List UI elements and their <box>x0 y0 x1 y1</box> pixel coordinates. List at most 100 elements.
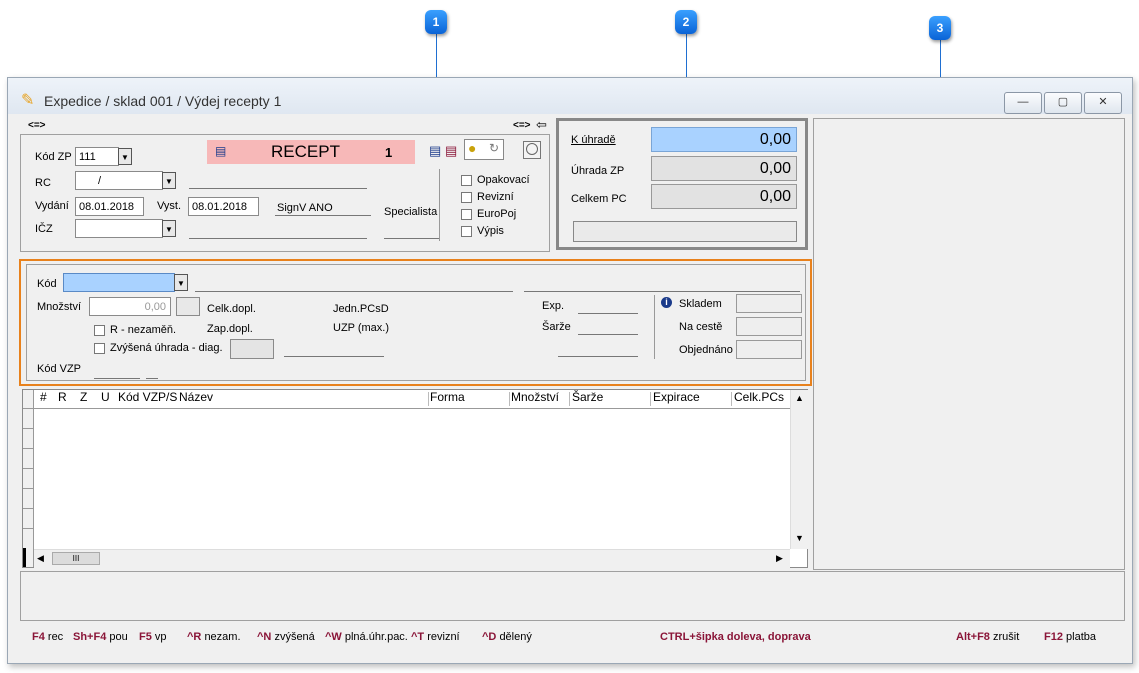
mnozstvi-input[interactable]: 0,00 <box>89 297 171 316</box>
col-nazev[interactable]: Název <box>179 390 213 404</box>
shortcut-ctrl-d[interactable]: ^D dělený <box>482 631 532 643</box>
recept-number: 1 <box>385 145 393 160</box>
callout-3: 3 <box>929 16 951 40</box>
kod-vzp-short-line <box>146 378 158 379</box>
app-logo-icon: ✎ <box>21 92 35 109</box>
shortcut-ctrl-arrows[interactable]: CTRL+šipka doleva, doprava <box>660 631 811 643</box>
rc-label: RC <box>35 177 51 189</box>
rc-dropdown-icon[interactable]: ▼ <box>162 172 176 189</box>
shortcut-ctrl-t[interactable]: ^T revizní <box>411 631 460 643</box>
col-u[interactable]: U <box>101 390 110 404</box>
patient-lookup-button[interactable]: ● ↻ <box>464 139 504 160</box>
exp-label: Exp. <box>542 300 565 312</box>
message-panel <box>20 571 1125 621</box>
circle-toggle-button[interactable] <box>523 141 541 159</box>
opakovaci-checkbox[interactable] <box>461 175 472 186</box>
side-info-panel <box>813 118 1125 570</box>
uhrada-zp-value: 0,00 <box>651 156 797 181</box>
kod-dropdown-icon[interactable]: ▼ <box>174 274 188 291</box>
col-kod-vzp[interactable]: Kód VZP/S <box>118 390 177 404</box>
shortcut-ctrl-n[interactable]: ^N zvýšená <box>257 631 315 643</box>
refresh-icon: ↻ <box>489 141 500 155</box>
r-nezamen-checkbox[interactable] <box>94 325 105 336</box>
nav-left-arrows[interactable]: <=> <box>28 120 46 131</box>
vydani-label: Vydání <box>35 200 69 212</box>
sarze-extra-line <box>558 356 638 357</box>
zvysena-label: Zvýšená úhrada - diag. <box>110 342 223 354</box>
europoj-checkbox[interactable] <box>461 209 472 220</box>
title-bar: ✎ Expedice / sklad 001 / Výdej recepty 1… <box>8 78 1132 114</box>
shortcut-ctrl-r[interactable]: ^R nezam. <box>187 631 241 643</box>
shortcut-alt-f8[interactable]: Alt+F8 zrušit <box>956 631 1019 643</box>
maximize-button[interactable]: ▢ <box>1044 92 1082 114</box>
diag-input[interactable] <box>230 339 274 359</box>
mnozstvi-label: Množství <box>37 301 82 313</box>
kod-label: Kód <box>37 278 57 290</box>
col-hash[interactable]: # <box>40 390 47 404</box>
vertical-scrollbar[interactable]: ▲ ▼ <box>790 390 808 549</box>
scroll-up-icon[interactable]: ▲ <box>795 393 804 403</box>
celk-dopl-label: Celk.dopl. <box>207 303 256 315</box>
scroll-right-icon[interactable]: ▶ <box>776 553 783 564</box>
back-arrow-icon[interactable]: ⇦ <box>536 117 547 133</box>
col-sarze[interactable]: Šarže <box>572 390 603 404</box>
kod-zp-input[interactable]: 111 <box>75 147 119 166</box>
kod-zp-dropdown-icon[interactable]: ▼ <box>118 148 132 165</box>
icz-dropdown-icon[interactable]: ▼ <box>162 220 176 237</box>
callout-2: 2 <box>675 10 697 34</box>
icz-label: IČZ <box>35 223 53 235</box>
col-r[interactable]: R <box>58 390 67 404</box>
zvysena-checkbox[interactable] <box>94 343 105 354</box>
specialista-line <box>384 238 439 239</box>
col-mnozstvi[interactable]: Množství <box>511 390 559 404</box>
europoj-label: EuroPoj <box>477 208 517 220</box>
sarze-label: Šarže <box>542 321 571 333</box>
diag-name-line <box>284 356 384 357</box>
col-celk-pcs[interactable]: Celk.PCs <box>734 390 790 404</box>
scroll-left-icon[interactable]: ◀ <box>37 553 44 564</box>
payment-panel: K úhradě 0,00 Úhrada ZP 0,00 Celkem PC 0… <box>556 118 808 250</box>
row-indicator-column <box>23 390 34 567</box>
scroll-down-icon[interactable]: ▼ <box>795 533 804 543</box>
zap-dopl-label: Zap.dopl. <box>207 323 253 335</box>
vypis-checkbox[interactable] <box>461 226 472 237</box>
icz-name-line <box>189 238 367 239</box>
col-z[interactable]: Z <box>80 390 87 404</box>
rc-name-line <box>189 188 367 189</box>
icz-input[interactable] <box>75 219 163 238</box>
signv-line <box>275 215 371 216</box>
minimize-button[interactable]: — <box>1004 92 1042 114</box>
exp-line <box>578 313 638 314</box>
shortcut-f4[interactable]: F4 rec <box>32 631 63 643</box>
col-expirace[interactable]: Expirace <box>653 390 700 404</box>
stock-divider <box>654 295 655 359</box>
rc-input[interactable]: / <box>75 171 163 190</box>
horizontal-scrollbar[interactable]: ◀ III ▶ <box>34 549 790 568</box>
celkem-pc-label: Celkem PC <box>571 193 627 205</box>
skladem-value <box>736 294 802 313</box>
document-icon[interactable]: ▤ <box>429 143 441 159</box>
vyst-input[interactable]: 08.01.2018 <box>188 197 259 216</box>
prescription-header-panel: Kód ZP 111 ▼ RC / ▼ Vydání 08.01.2018 Vy… <box>20 134 550 252</box>
mnozstvi-unit-field[interactable] <box>176 297 200 316</box>
nav-right-arrows[interactable]: <=> <box>513 120 531 131</box>
k-uhrade-value: 0,00 <box>651 127 797 152</box>
coins-icon: ● <box>468 140 477 156</box>
scroll-thumb[interactable]: III <box>52 552 100 565</box>
signv-label: SignV ANO <box>277 202 333 214</box>
shortcut-f12[interactable]: F12 platba <box>1044 631 1096 643</box>
close-button[interactable]: ✕ <box>1084 92 1122 114</box>
uhrada-zp-label: Úhrada ZP <box>571 165 625 177</box>
vydani-input[interactable]: 08.01.2018 <box>75 197 144 216</box>
info-icon[interactable]: i <box>661 297 672 308</box>
na-ceste-value <box>736 317 802 336</box>
shortcut-f5[interactable]: F5 vp <box>139 631 167 643</box>
revizni-checkbox[interactable] <box>461 192 472 203</box>
shortcut-ctrl-w[interactable]: ^W plná.úhr.pac. <box>325 631 408 643</box>
document-red-icon[interactable]: ▤ <box>445 143 457 159</box>
kod-input[interactable] <box>63 273 175 292</box>
jedn-pcsd-label: Jedn.PCsD <box>333 303 389 315</box>
col-forma[interactable]: Forma <box>430 390 465 404</box>
shortcut-sh-f4[interactable]: Sh+F4 pou <box>73 631 128 643</box>
specialista-label: Specialista <box>384 206 438 218</box>
